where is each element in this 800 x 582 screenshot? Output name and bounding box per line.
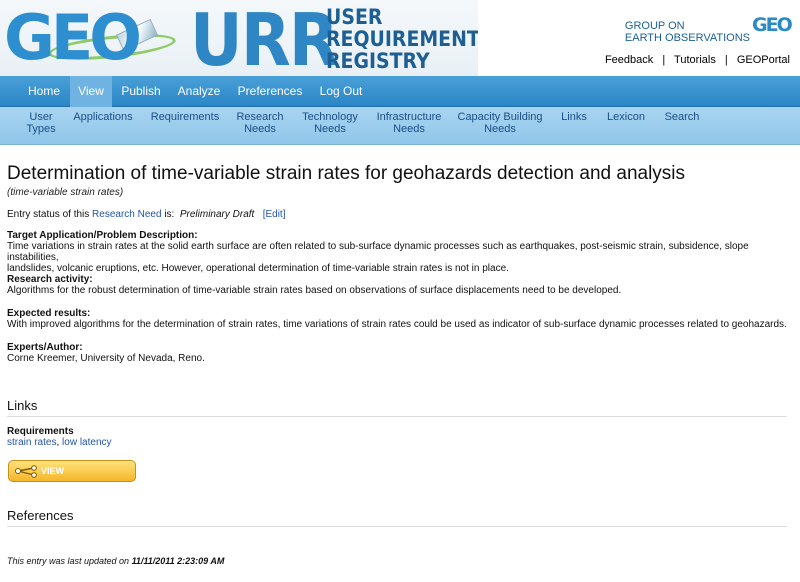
subnav-links[interactable]: Links	[556, 111, 592, 123]
geo-logo: GEO	[4, 1, 142, 74]
top-links: Feedback | Tutorials | GEOPortal	[604, 54, 790, 66]
requirements-links: Requirements strain rates, low latency	[7, 426, 112, 448]
references-header: References	[7, 508, 74, 523]
logo-banner[interactable]: GEO URR USER REQUIREMENTS REGISTRY	[0, 0, 478, 76]
entry-status: Entry status of this Research Need is: P…	[7, 209, 286, 220]
subnav-technology-needs[interactable]: Technology Needs	[298, 111, 362, 135]
relationships-icon	[15, 465, 37, 478]
section-expected-results: Expected results: With improved algorith…	[7, 308, 787, 330]
main-nav: Home View Publish Analyze Preferences Lo…	[0, 76, 800, 107]
nav-log-out[interactable]: Log Out	[312, 76, 370, 107]
section-target-application: Target Application/Problem Description: …	[7, 230, 749, 274]
content: Determination of time-variable strain ra…	[0, 146, 800, 582]
status-value: Preliminary Draft	[179, 209, 255, 220]
last-updated-date: 11/11/2011 2:23:09 AM	[131, 556, 225, 566]
strain-rates-link[interactable]: strain rates	[7, 437, 56, 448]
geo-small-logo-icon: GEO	[752, 14, 793, 36]
urr-subtitle: USER REQUIREMENTS REGISTRY	[326, 5, 478, 73]
edit-link[interactable]: [Edit]	[263, 209, 286, 220]
links-header: Links	[7, 398, 38, 413]
header: GEO URR USER REQUIREMENTS REGISTRY GROUP…	[0, 0, 800, 76]
section-experts-author: Experts/Author: Corne Kreemer, Universit…	[7, 342, 205, 364]
group-on-earth-observations-logo[interactable]: GROUP ON EARTH OBSERVATIONS GEO	[625, 8, 793, 48]
references-divider	[7, 526, 787, 527]
nav-home[interactable]: Home	[20, 76, 68, 107]
subnav-user-types[interactable]: User Types	[20, 111, 62, 135]
subnav-search[interactable]: Search	[660, 111, 704, 123]
last-updated-note: This entry was last updated on 11/11/201…	[7, 556, 225, 566]
section-research-activity: Research activity: Algorithms for the ro…	[7, 274, 622, 296]
research-need-link[interactable]: Research Need	[92, 209, 161, 220]
tutorials-link[interactable]: Tutorials	[674, 54, 716, 66]
nav-publish[interactable]: Publish	[116, 76, 166, 107]
nav-analyze[interactable]: Analyze	[172, 76, 226, 107]
page-subtitle: (time-variable strain rates)	[7, 187, 124, 198]
subnav-lexicon[interactable]: Lexicon	[602, 111, 650, 123]
geoportal-link[interactable]: GEOPortal	[737, 54, 790, 66]
low-latency-link[interactable]: low latency	[62, 437, 111, 448]
subnav-research-needs[interactable]: Research Needs	[234, 111, 286, 135]
urr-logo: URR	[190, 0, 339, 76]
subnav-capacity-building-needs[interactable]: Capacity Building Needs	[456, 111, 544, 135]
nav-preferences[interactable]: Preferences	[232, 76, 308, 107]
subnav-infrastructure-needs[interactable]: Infrastructure Needs	[374, 111, 444, 135]
sub-nav: User Types Applications Requirements Rese…	[0, 107, 800, 145]
feedback-link[interactable]: Feedback	[605, 54, 653, 66]
subnav-applications[interactable]: Applications	[72, 111, 134, 123]
page-title: Determination of time-variable strain ra…	[7, 163, 686, 184]
view-relationships-button[interactable]: VIEW RELATIONSHIPS	[8, 460, 136, 496]
nav-view[interactable]: View	[70, 76, 112, 107]
links-divider	[7, 416, 787, 417]
subnav-requirements[interactable]: Requirements	[150, 111, 220, 123]
